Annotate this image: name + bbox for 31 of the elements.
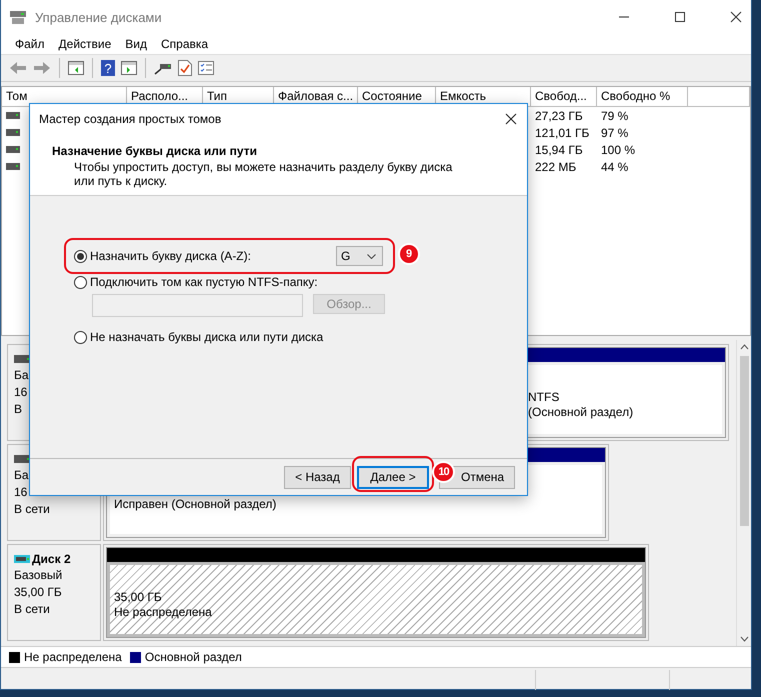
disk-info: Базовый <box>14 568 64 583</box>
disk-info: 16 <box>14 485 28 500</box>
table-cell: 121,01 ГБ <box>535 126 590 140</box>
window-title: Управление дисками <box>35 10 162 24</box>
step-heading: Назначение буквы диска или пути <box>52 144 258 158</box>
table-cell: 44 % <box>601 160 628 174</box>
disk-info: 35,00 ГБ <box>14 585 63 600</box>
table-cell: 100 % <box>601 142 636 156</box>
disk-info: 16 <box>14 385 28 400</box>
step-number-badge: 10 <box>434 463 453 481</box>
legend-label: Основной раздел <box>144 650 242 664</box>
legend-label: Не распределена <box>24 650 122 664</box>
disk-info: В <box>14 402 24 417</box>
disk-info: В сети <box>14 602 51 617</box>
step-description: Чтобы упростить доступ, вы можете назначить разделу букву диска или путь к диску. <box>73 160 454 188</box>
partition-info: (Основной раздел) <box>528 404 634 420</box>
disk-name: Диск 2 <box>32 552 71 566</box>
step-number-badge: 9 <box>400 245 418 263</box>
dialog-title: Мастер создания простых томов <box>39 112 222 126</box>
table-cell: 97 % <box>601 126 628 140</box>
partition-info: Не распределена <box>114 604 212 620</box>
table-cell: 222 МБ <box>535 160 576 174</box>
table-cell: 15,94 ГБ <box>535 142 583 156</box>
table-cell: 79 % <box>601 108 628 122</box>
partition-info: NTFS <box>528 390 560 404</box>
partition-info: Исправен (Основной раздел) <box>114 497 276 512</box>
partition-info: 35,00 ГБ <box>114 590 162 604</box>
disk-info: Ба <box>14 468 30 483</box>
disk-info: Ба <box>14 368 30 383</box>
disk-info: В сети <box>14 502 51 517</box>
table-cell: 27,23 ГБ <box>535 108 583 122</box>
